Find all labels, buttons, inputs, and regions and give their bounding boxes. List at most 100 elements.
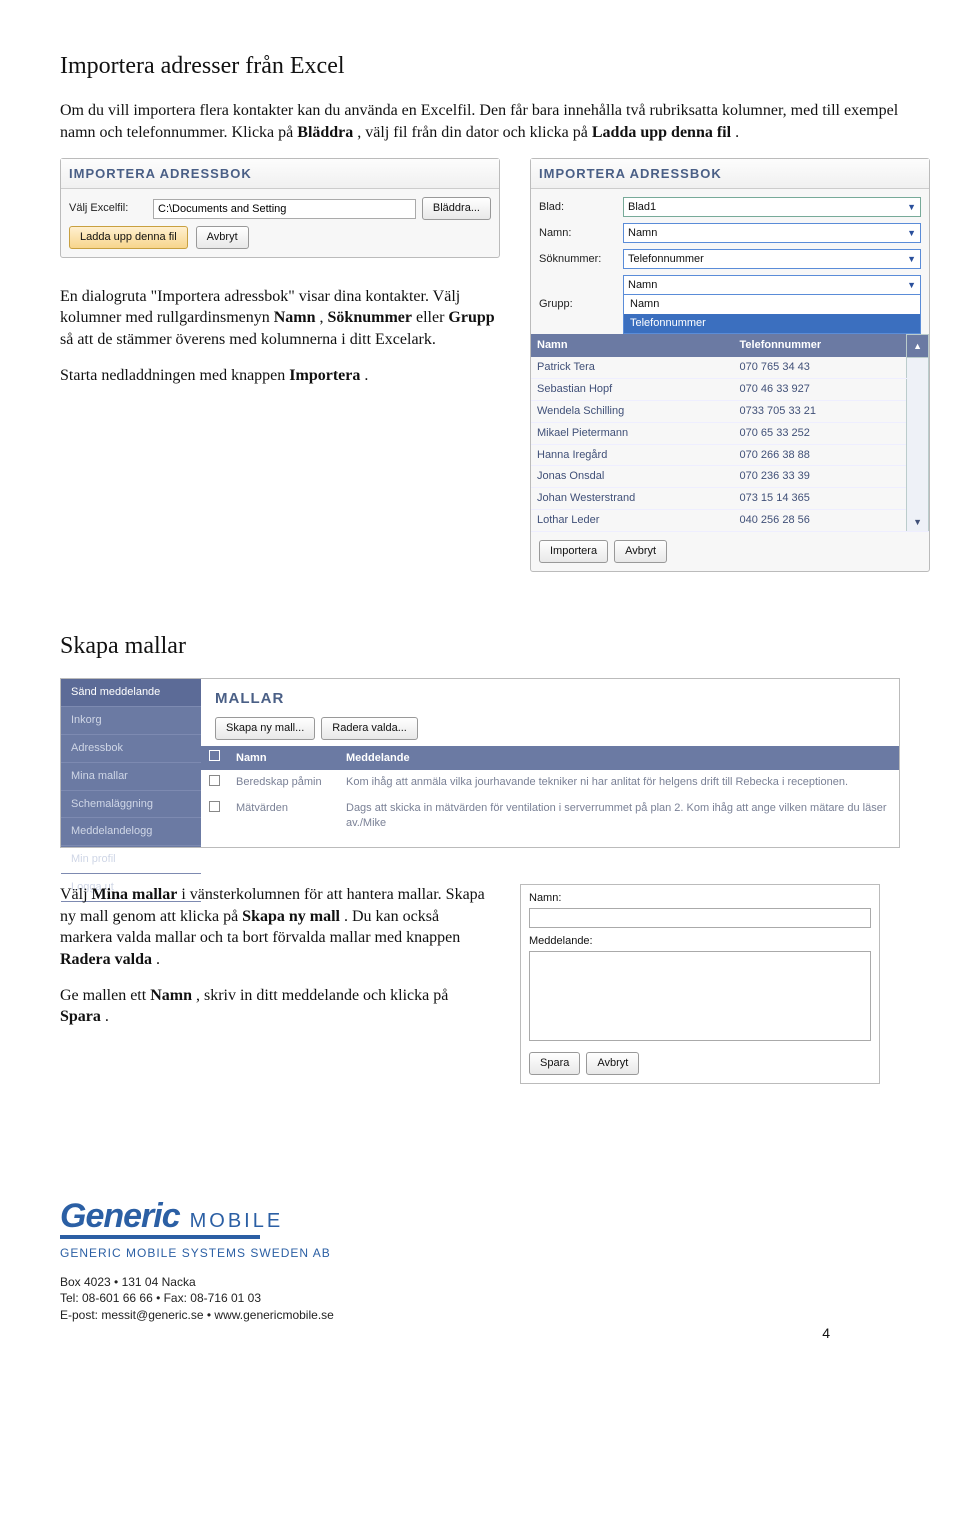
label-grupp: Grupp:	[539, 297, 617, 312]
import-browse-panel: IMPORTERA ADRESSBOK Välj Excelfil: Blädd…	[60, 158, 500, 258]
chevron-down-icon: ▼	[907, 253, 916, 265]
text: .	[364, 367, 368, 384]
cancel-button[interactable]: Avbryt	[614, 540, 667, 563]
text: , skriv in ditt meddelande och klicka på	[196, 987, 448, 1004]
table-row: Lothar Leder040 256 28 56	[531, 510, 929, 532]
contacts-table: Namn Telefonnummer ▲ Patrick Tera070 765…	[531, 334, 929, 532]
grupp-options[interactable]: Namn Telefonnummer	[623, 294, 921, 334]
panel-title: IMPORTERA ADRESSBOK	[531, 159, 929, 190]
delete-selected-button[interactable]: Radera valda...	[321, 717, 418, 740]
bold-importera: Importera	[289, 367, 360, 384]
text: , välj fil från din dator och klicka på	[357, 124, 592, 141]
sidebar-item-send[interactable]: Sänd meddelande	[61, 679, 201, 707]
scroll-down-icon[interactable]: ▼	[907, 357, 929, 531]
side-nav: Sänd meddelande Inkorg Adressbok Mina ma…	[61, 679, 201, 847]
th-namn: Namn	[531, 334, 734, 357]
label-namn: Namn:	[529, 891, 871, 906]
cell-name: Mikael Pietermann	[531, 422, 734, 444]
cell-message: Kom ihåg att anmäla vilka jourhavande te…	[338, 770, 899, 796]
chevron-down-icon: ▼	[907, 201, 916, 213]
sidebar-item-inkorg[interactable]: Inkorg	[61, 707, 201, 735]
company-name: GENERIC MOBILE SYSTEMS SWEDEN AB	[60, 1245, 900, 1261]
new-template-button[interactable]: Skapa ny mall...	[215, 717, 315, 740]
section1-para2: En dialogruta "Importera adressbok" visa…	[60, 286, 500, 351]
cell-name: Johan Westerstrand	[531, 488, 734, 510]
chevron-down-icon: ▼	[907, 279, 916, 291]
grupp-option-telefonnummer[interactable]: Telefonnummer	[624, 314, 920, 333]
checkbox-all[interactable]	[209, 750, 220, 761]
table-row: Patrick Tera070 765 34 43▼	[531, 357, 929, 378]
section1-para1: Om du vill importera flera kontakter kan…	[60, 100, 900, 143]
sidebar-item-min-profil[interactable]: Min profil	[61, 846, 201, 874]
save-button[interactable]: Spara	[529, 1052, 580, 1075]
label-namn: Namn:	[539, 226, 617, 241]
bold-bladdra: Bläddra	[297, 124, 353, 141]
table-row: Beredskap påmin Kom ihåg att anmäla vilk…	[201, 770, 899, 796]
label-meddelande: Meddelande:	[529, 934, 871, 949]
section2-para2: Ge mallen ett Namn , skriv in ditt medde…	[60, 985, 490, 1028]
text: ,	[320, 309, 328, 326]
template-edit-form: Namn: Meddelande: Spara Avbryt	[520, 884, 880, 1083]
logo-text: Generic	[60, 1194, 180, 1240]
text: eller	[416, 309, 448, 326]
row-checkbox[interactable]	[209, 775, 220, 786]
table-row: Mikael Pietermann070 65 33 252	[531, 422, 929, 444]
contact-line2: Tel: 08-601 66 66 • Fax: 08-716 01 03	[60, 1290, 900, 1307]
grupp-option-namn[interactable]: Namn	[624, 295, 920, 314]
cell-name: Patrick Tera	[531, 357, 734, 378]
cell-name: Jonas Onsdal	[531, 466, 734, 488]
select-value: Telefonnummer	[628, 252, 704, 267]
cell-tel: 070 46 33 927	[734, 379, 907, 401]
bold-grupp: Grupp	[448, 309, 494, 326]
table-row: Hanna Iregård070 266 38 88	[531, 444, 929, 466]
label-blad: Blad:	[539, 200, 617, 215]
section2-heading: Skapa mallar	[60, 630, 900, 662]
sidebar-item-schemaläggning[interactable]: Schemaläggning	[61, 791, 201, 819]
browse-button[interactable]: Bläddra...	[422, 197, 491, 220]
template-message-textarea[interactable]	[529, 951, 871, 1041]
cancel-button[interactable]: Avbryt	[196, 226, 249, 249]
cancel-button[interactable]: Avbryt	[586, 1052, 639, 1075]
bold-radera-valda: Radera valda	[60, 951, 152, 968]
excelfil-input[interactable]	[153, 199, 416, 219]
contact-line1: Box 4023 • 131 04 Nacka	[60, 1274, 900, 1291]
select-value: Blad1	[628, 200, 656, 215]
table-row: Jonas Onsdal070 236 33 39	[531, 466, 929, 488]
cell-tel: 070 65 33 252	[734, 422, 907, 444]
label-excelfil: Välj Excelfil:	[69, 201, 147, 216]
sidebar-item-meddelandelogg[interactable]: Meddelandelogg	[61, 818, 201, 846]
table-row: Johan Westerstrand073 15 14 365	[531, 488, 929, 510]
table-row: Wendela Schilling0733 705 33 21	[531, 400, 929, 422]
sidebar-item-mina-mallar[interactable]: Mina mallar	[61, 763, 201, 791]
mallar-title: MALLAR	[201, 679, 899, 717]
mallar-panel: Sänd meddelande Inkorg Adressbok Mina ma…	[60, 678, 900, 848]
upload-button[interactable]: Ladda upp denna fil	[69, 226, 188, 249]
cell-tel: 070 236 33 39	[734, 466, 907, 488]
text: .	[105, 1008, 109, 1025]
th-meddelande: Meddelande	[338, 746, 899, 770]
page-number: 4	[822, 1324, 830, 1343]
sidebar-item-adressbok[interactable]: Adressbok	[61, 735, 201, 763]
bold-namn: Namn	[274, 309, 316, 326]
th-telefonnummer: Telefonnummer	[734, 334, 907, 357]
section2-para1: Välj Mina mallar i vänsterkolumnen för a…	[60, 884, 490, 970]
section1-heading: Importera adresser från Excel	[60, 50, 900, 82]
import-button[interactable]: Importera	[539, 540, 608, 563]
bold-ladda-upp: Ladda upp denna fil	[592, 124, 731, 141]
panel-title: IMPORTERA ADRESSBOK	[61, 159, 499, 190]
table-row: Sebastian Hopf070 46 33 927	[531, 379, 929, 401]
grupp-select[interactable]: Namn ▼	[623, 275, 921, 295]
namn-select[interactable]: Namn ▼	[623, 223, 921, 243]
blad-select[interactable]: Blad1 ▼	[623, 197, 921, 217]
cell-message: Dags att skicka in mätvärden för ventila…	[338, 796, 899, 836]
select-value: Namn	[628, 278, 657, 293]
text: .	[735, 124, 739, 141]
bold-soknummer: Söknummer	[328, 309, 412, 326]
soknummer-select[interactable]: Telefonnummer ▼	[623, 249, 921, 269]
template-name-input[interactable]	[529, 908, 871, 928]
chevron-down-icon: ▼	[907, 227, 916, 239]
select-value: Namn	[628, 226, 657, 241]
scroll-up-icon[interactable]: ▲	[907, 334, 929, 357]
bold-mina-mallar: Mina mallar	[92, 886, 178, 903]
row-checkbox[interactable]	[209, 801, 220, 812]
